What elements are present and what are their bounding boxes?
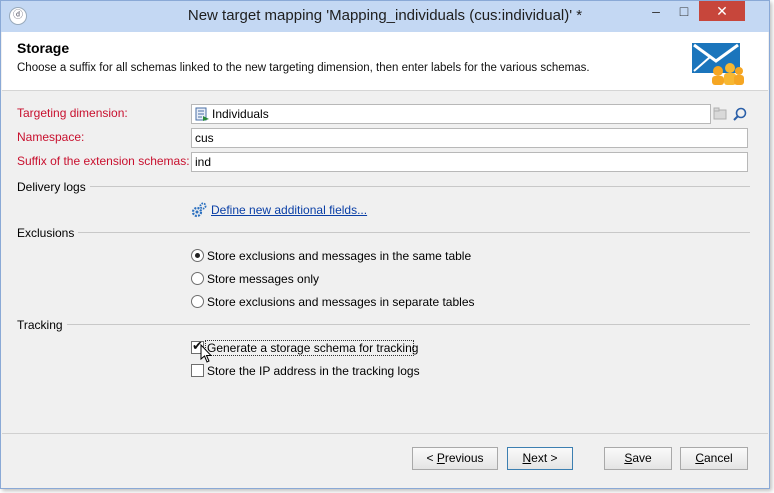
page-description: Choose a suffix for all schemas linked t… [17, 62, 590, 74]
tracking-divider [17, 324, 750, 325]
exclusions-heading: Exclusions [17, 226, 79, 240]
search-icon[interactable] [732, 105, 749, 123]
previous-button-rest: revious [444, 451, 484, 465]
previous-button-mnemonic: P [436, 451, 445, 465]
previous-button-prefix: < [426, 451, 437, 465]
targeting-dimension-label: Targeting dimension: [17, 106, 128, 120]
folder-icon[interactable] [712, 105, 729, 123]
next-button-mnemonic: N [522, 451, 532, 465]
radio-messages-only[interactable] [191, 272, 204, 285]
maximize-button[interactable]: □ [671, 1, 697, 21]
targeting-dimension-value: Individuals [212, 107, 269, 121]
schema-icon [195, 107, 209, 121]
delivery-logs-divider [17, 186, 750, 187]
close-button[interactable]: ✕ [699, 1, 745, 21]
footer-divider [2, 433, 768, 434]
minimize-button[interactable]: – [643, 1, 669, 21]
namespace-label: Namespace: [17, 130, 85, 144]
dialog-window: ⓓ New target mapping 'Mapping_individual… [0, 0, 770, 489]
save-button-rest: ave [632, 451, 652, 465]
title-bar[interactable]: ⓓ New target mapping 'Mapping_individual… [1, 1, 769, 32]
define-fields-link[interactable]: Define new additional fields... [211, 203, 367, 217]
previous-button[interactable]: < Previous [412, 447, 498, 470]
save-button[interactable]: Save [604, 447, 672, 470]
radio-separate-tables-label[interactable]: Store exclusions and messages in separat… [207, 295, 475, 309]
gear-icon [191, 202, 207, 218]
page-title: Storage [17, 40, 70, 56]
checkbox-store-ip-label[interactable]: Store the IP address in the tracking log… [207, 364, 420, 378]
tracking-heading: Tracking [17, 318, 67, 332]
cancel-button-mnemonic: C [695, 451, 704, 465]
delivery-logs-heading: Delivery logs [17, 180, 90, 194]
wizard-header: Storage Choose a suffix for all schemas … [2, 32, 768, 91]
targeting-dimension-field[interactable]: Individuals [191, 104, 711, 124]
mouse-cursor-icon [200, 344, 212, 363]
next-button-rest: ext > [531, 451, 558, 465]
next-button[interactable]: Next > [507, 447, 573, 470]
email-audience-icon [692, 43, 744, 85]
checkbox-store-ip[interactable] [191, 364, 204, 377]
namespace-field[interactable]: cus [191, 128, 748, 148]
radio-separate-tables[interactable] [191, 295, 204, 308]
radio-same-table[interactable] [191, 249, 204, 262]
cancel-button[interactable]: Cancel [680, 447, 748, 470]
exclusions-divider [17, 232, 750, 233]
checkbox-storage-schema-label[interactable]: Generate a storage schema for tracking [207, 341, 418, 355]
radio-same-table-label[interactable]: Store exclusions and messages in the sam… [207, 249, 471, 263]
suffix-label: Suffix of the extension schemas: [17, 154, 190, 168]
radio-messages-only-label[interactable]: Store messages only [207, 272, 319, 286]
cancel-button-rest: ancel [703, 451, 733, 465]
suffix-field[interactable]: ind [191, 152, 748, 172]
